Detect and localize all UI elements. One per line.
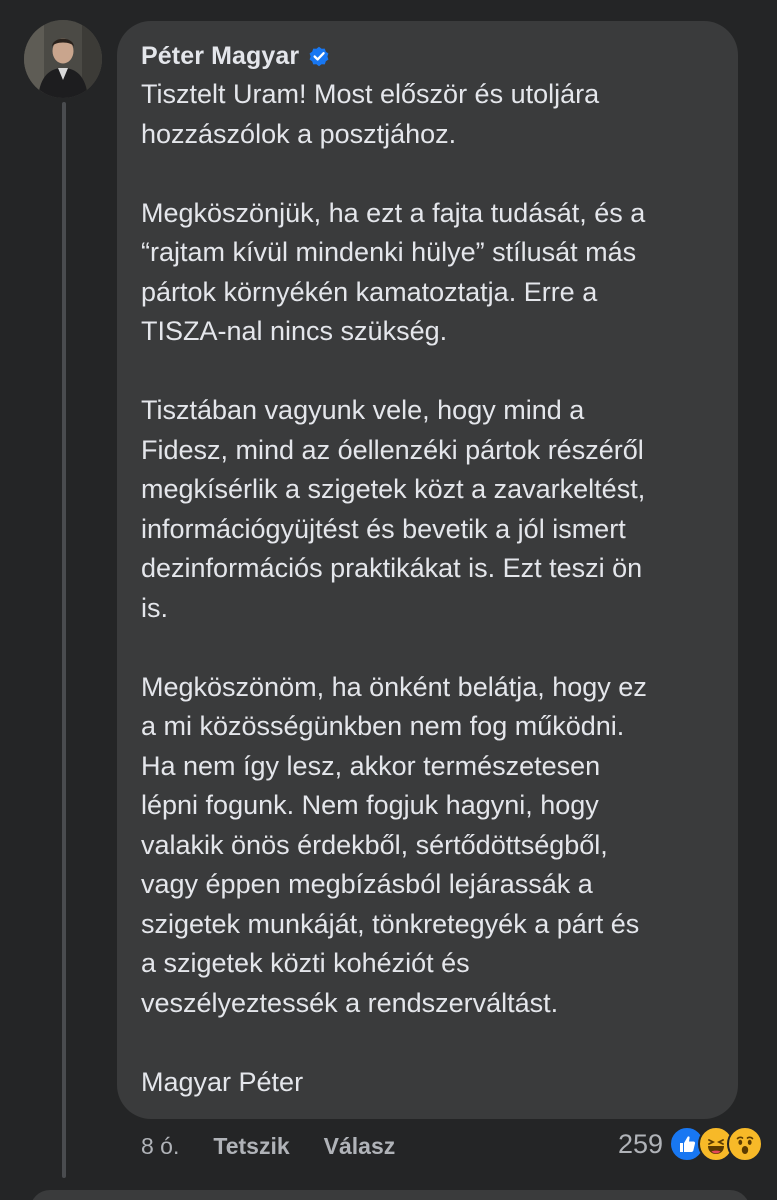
reaction-icons <box>669 1126 763 1162</box>
comment-paragraph: Tisztelt Uram! Most először és utoljára … <box>141 79 600 149</box>
comment-signature: Magyar Péter <box>141 1066 304 1097</box>
thread-line <box>62 102 66 1178</box>
comment-header: Péter Magyar <box>141 38 331 74</box>
reactions-summary[interactable]: 259 <box>618 1124 763 1164</box>
reaction-count: 259 <box>617 1128 663 1159</box>
verified-badge-icon <box>307 44 331 68</box>
next-comment-bubble <box>30 1190 750 1200</box>
reply-button[interactable]: Válasz <box>324 1133 396 1160</box>
comment-paragraph: Tisztában vagyunk vele, hogy mind a Fide… <box>141 395 646 623</box>
comment-paragraph: Megköszönjük, ha ezt a fajta tudását, és… <box>141 197 646 347</box>
comment-actions: 8 ó. Tetszik Válasz <box>141 1128 429 1164</box>
comment-timestamp[interactable]: 8 ó. <box>141 1133 179 1160</box>
avatar[interactable] <box>24 20 102 98</box>
wow-icon <box>727 1126 763 1162</box>
like-button[interactable]: Tetszik <box>213 1133 289 1160</box>
comment-thread: Péter Magyar Tisztelt Uram! Most először… <box>0 0 777 1200</box>
author-name[interactable]: Péter Magyar <box>141 42 299 71</box>
comment-paragraph: Megköszönöm, ha önként belátja, hogy ez … <box>141 671 647 1018</box>
comment-text: Tisztelt Uram! Most először és utoljára … <box>141 75 731 1102</box>
